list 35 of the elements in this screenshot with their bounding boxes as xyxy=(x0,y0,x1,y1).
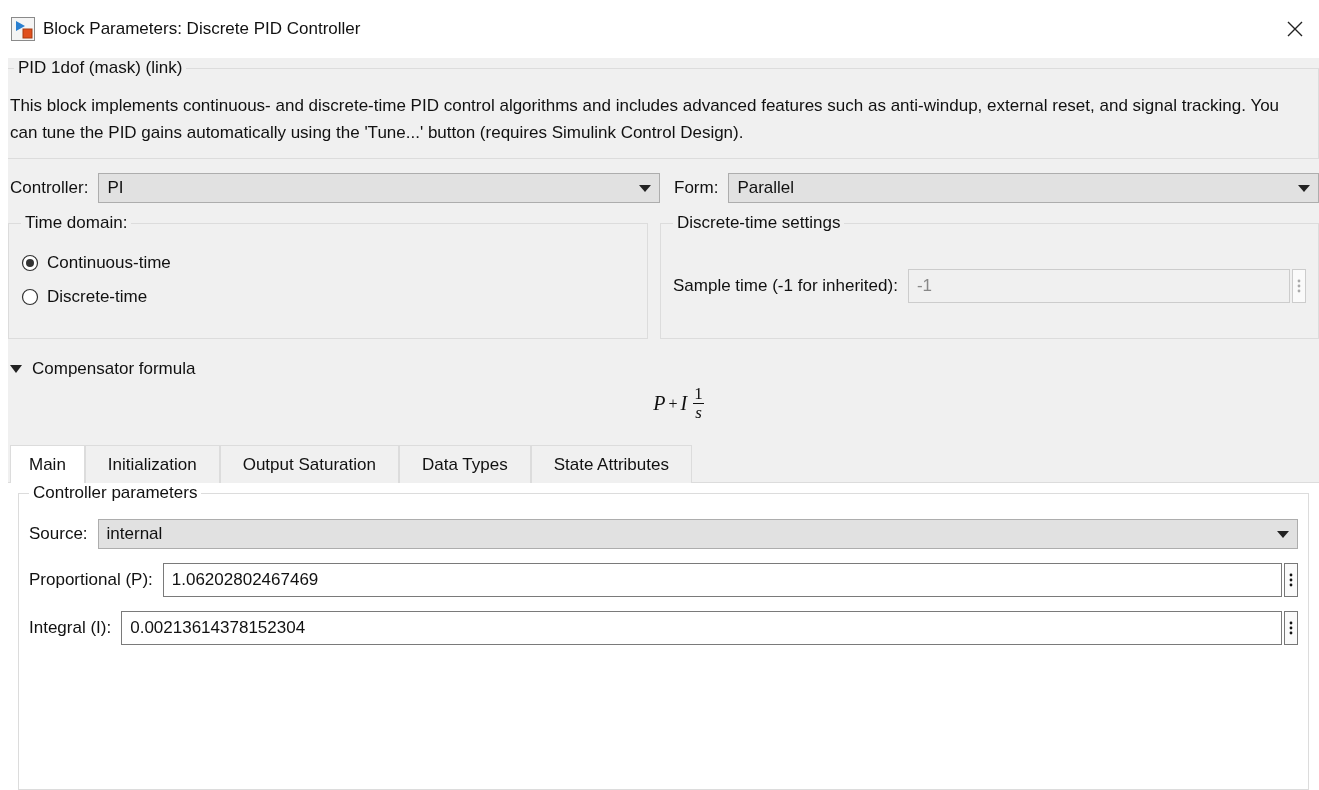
description-text: This block implements continuous- and discrete-time PID control algorithms and includes advanced features such as anti-windup, external reset, and signal tracking. You can tune the PID gains automatically using the 'Tune...' button (requires Simulink Control Design). xyxy=(10,95,1281,144)
dropdown[interactable]: PI xyxy=(98,173,660,203)
input-field[interactable]: 0.00213614378152304 xyxy=(121,611,1282,645)
field-label: Controller: xyxy=(10,178,89,198)
dropdown[interactable]: internal xyxy=(97,519,1298,549)
caret-icon xyxy=(639,184,651,192)
section-toggle[interactable]: Compensator formula xyxy=(8,359,196,379)
tab[interactable]: Data Types xyxy=(398,445,531,483)
dropdown[interactable]: Parallel xyxy=(728,173,1319,203)
group-title: PID 1dof (mask) (link) xyxy=(17,58,184,78)
radio-button[interactable]: Continuous-time xyxy=(21,253,171,273)
more-icon xyxy=(1289,621,1293,635)
group-title: Discrete-time settings xyxy=(676,213,842,233)
more-icon xyxy=(1297,279,1301,293)
radio-button[interactable]: Discrete-time xyxy=(21,287,148,307)
more-icon xyxy=(1289,573,1293,587)
group-title: Controller parameters xyxy=(32,483,199,503)
caret-icon xyxy=(1298,184,1310,192)
field-label: Source: xyxy=(29,524,88,544)
tab[interactable]: Output Saturation xyxy=(219,445,399,483)
close-icon xyxy=(1287,21,1303,37)
caret-icon xyxy=(1277,530,1289,538)
field-label: Sample time (-1 for inherited): xyxy=(673,276,898,296)
more-options-button[interactable] xyxy=(1284,563,1298,597)
input-field[interactable]: 1.06202802467469 xyxy=(162,563,1282,597)
app-icon xyxy=(11,17,35,41)
field-label: Form: xyxy=(674,178,719,198)
tab[interactable]: State Attributes xyxy=(530,445,692,483)
group-title: Time domain: xyxy=(24,213,129,233)
tab[interactable]: Initialization xyxy=(84,445,220,483)
field-label: Integral (I): xyxy=(29,618,112,638)
field-label: Proportional (P): xyxy=(29,570,153,590)
more-options-button[interactable] xyxy=(1284,611,1298,645)
window-title: Block Parameters: Discrete PID Controller xyxy=(43,19,362,39)
tab[interactable]: Main xyxy=(10,445,85,483)
